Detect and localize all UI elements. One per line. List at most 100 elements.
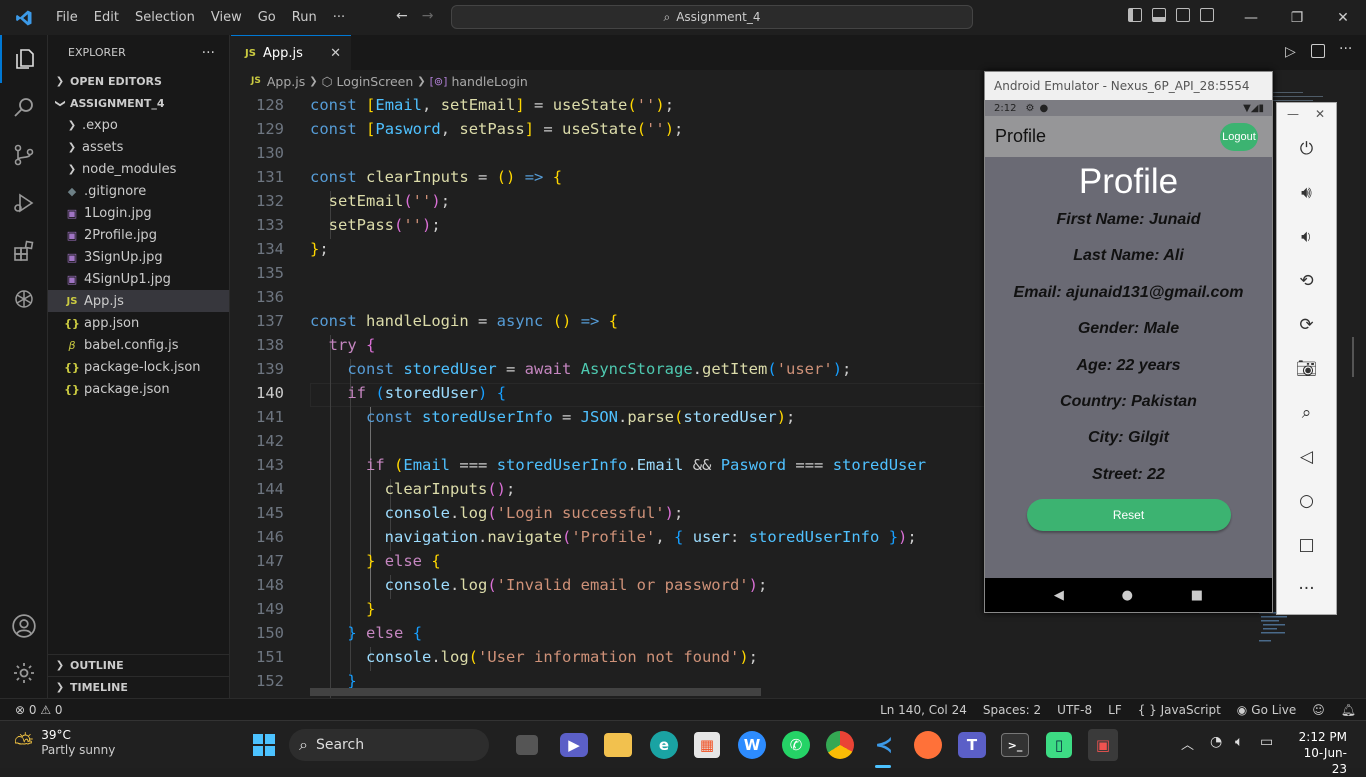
tree-item[interactable]: ❯ node_modules <box>48 158 229 180</box>
teams-icon[interactable]: T <box>958 732 986 758</box>
explorer-icon[interactable] <box>0 35 48 83</box>
tree-item[interactable]: ▣ 4SignUp1.jpg <box>48 268 229 290</box>
menu-run[interactable]: Run <box>284 0 325 35</box>
logout-button[interactable]: Logout <box>1220 122 1258 151</box>
volume-down-icon[interactable]: 🔉︎ <box>1277 222 1336 252</box>
firefox-icon[interactable] <box>914 731 942 759</box>
battery-icon[interactable]: ▭ <box>1260 734 1273 750</box>
microsoft-store-icon[interactable]: ▦ <box>694 732 720 758</box>
clock[interactable]: 2:12 PM 10-Jun-23 <box>1291 729 1347 777</box>
run-debug-icon[interactable] <box>0 179 48 227</box>
toggle-panel-icon[interactable] <box>1152 8 1166 22</box>
close-window-button[interactable]: ✕ <box>1320 0 1366 35</box>
explorer-more-button[interactable]: ··· <box>202 45 215 61</box>
nav-arrows[interactable]: ←→ <box>396 8 447 24</box>
menu-view[interactable]: View <box>203 0 250 35</box>
tree-item[interactable]: {} package-lock.json <box>48 356 229 378</box>
toggle-sidebar-icon[interactable] <box>1128 8 1142 22</box>
run-icon[interactable]: ▷ <box>1285 44 1296 60</box>
menu-edit[interactable]: Edit <box>86 0 127 35</box>
back-icon[interactable]: ◁ <box>1277 442 1336 472</box>
notifications-bell-icon[interactable]: 🔔︎ <box>1341 703 1356 717</box>
reset-button[interactable]: Reset <box>1026 499 1231 532</box>
tree-item[interactable]: ▣ 2Profile.jpg <box>48 224 229 246</box>
power-icon[interactable]: ⏻ <box>1277 134 1336 164</box>
breadcrumb-file[interactable]: App.js <box>267 74 305 89</box>
tree-item-selected[interactable]: JS App.js <box>48 290 229 312</box>
tree-item[interactable]: ❯ assets <box>48 136 229 158</box>
menu-selection[interactable]: Selection <box>127 0 203 35</box>
whatsapp-icon[interactable]: ✆ <box>782 731 810 759</box>
breadcrumb-component[interactable]: LoginScreen <box>337 74 414 89</box>
rotate-right-icon[interactable]: ⟳ <box>1277 310 1336 340</box>
close-icon[interactable]: ✕ <box>1315 107 1325 121</box>
weather-widget[interactable]: ⛅︎ 39°C Partly sunny <box>14 728 115 758</box>
menu-file[interactable]: File <box>48 0 86 35</box>
close-icon[interactable]: ✕ <box>330 46 341 61</box>
camera-icon[interactable]: 📷︎ <box>1277 354 1336 384</box>
home-circle-icon[interactable]: ● <box>1122 588 1133 603</box>
edge-browser-icon[interactable]: e <box>650 731 678 759</box>
timeline-section[interactable]: ❯ TIMELINE <box>48 676 229 698</box>
emulator-app-icon[interactable]: ▣ <box>1088 729 1118 761</box>
chevron-up-icon[interactable]: ︿ <box>1181 734 1194 753</box>
back-arrow-icon[interactable]: ← <box>396 8 422 24</box>
source-control-icon[interactable] <box>0 131 48 179</box>
search-icon[interactable] <box>0 83 48 131</box>
menu-go[interactable]: Go <box>250 0 284 35</box>
phone-screen[interactable]: 2:12 ⚙ ● ▼◢▮ Profile Logout Profile Firs… <box>985 100 1272 612</box>
tree-item[interactable]: {} app.json <box>48 312 229 334</box>
tree-item[interactable]: ▣ 1Login.jpg <box>48 202 229 224</box>
more-actions-icon[interactable]: ··· <box>1339 41 1352 57</box>
restore-button[interactable]: ❐ <box>1274 0 1320 35</box>
teams-chat-icon[interactable]: ▶ <box>560 733 588 757</box>
encoding[interactable]: UTF-8 <box>1057 703 1092 717</box>
recents-square-icon[interactable]: ■ <box>1191 588 1203 603</box>
start-windows-icon[interactable] <box>248 729 280 761</box>
toggle-secondary-sidebar-icon[interactable] <box>1176 8 1190 22</box>
problems-indicator[interactable]: ⊗ 0 ⚠ 0 <box>15 703 63 717</box>
tree-item[interactable]: β babel.config.js <box>48 334 229 356</box>
chrome-icon[interactable] <box>826 731 854 759</box>
zoom-app-icon[interactable]: W <box>738 731 766 759</box>
open-editors-section[interactable]: ❯ OPEN EDITORS <box>48 70 229 92</box>
minimize-icon[interactable]: — <box>1287 107 1299 121</box>
language-mode[interactable]: { } JavaScript <box>1138 703 1221 717</box>
rotate-left-icon[interactable]: ⟲ <box>1277 266 1336 296</box>
wifi-icon[interactable]: ◔ <box>1210 734 1222 750</box>
tree-item[interactable]: ◆ .gitignore <box>48 180 229 202</box>
tree-item[interactable]: {} package.json <box>48 378 229 400</box>
minimize-button[interactable]: — <box>1228 0 1274 35</box>
indentation[interactable]: Spaces: 2 <box>983 703 1041 717</box>
split-editor-icon[interactable] <box>1311 44 1325 58</box>
forward-arrow-icon[interactable]: → <box>422 8 448 24</box>
extensions-icon[interactable] <box>0 227 48 275</box>
openai-icon[interactable] <box>0 275 48 323</box>
project-folder[interactable]: ❯ ASSIGNMENT_4 <box>48 92 229 114</box>
more-icon[interactable]: ··· <box>1277 574 1336 604</box>
customize-layout-icon[interactable] <box>1200 8 1214 22</box>
volume-icon[interactable]: 🔈︎ <box>1235 734 1243 750</box>
task-view-icon[interactable] <box>516 735 538 755</box>
settings-gear-icon[interactable] <box>0 649 48 697</box>
overview-icon[interactable]: □ <box>1277 530 1336 560</box>
command-center[interactable]: ⌕ Assignment_4 <box>451 5 973 29</box>
horizontal-scrollbar[interactable] <box>310 688 761 696</box>
terminal-icon[interactable]: >_ <box>1001 733 1029 757</box>
android-studio-icon[interactable]: ▯ <box>1046 732 1072 758</box>
breadcrumb-function[interactable]: handleLogin <box>451 74 527 89</box>
back-triangle-icon[interactable]: ◀ <box>1054 588 1064 603</box>
volume-up-icon[interactable]: 🔊︎ <box>1277 178 1336 208</box>
file-explorer-icon[interactable] <box>604 733 632 757</box>
code-editor[interactable]: 128 129 130 131 132 133 134 135 136 137 … <box>231 92 985 698</box>
zoom-icon[interactable]: ⌕ <box>1277 398 1336 428</box>
cursor-position[interactable]: Ln 140, Col 24 <box>880 703 967 717</box>
vscode-taskbar-icon[interactable]: ≺ <box>868 729 900 761</box>
account-icon[interactable] <box>0 602 48 650</box>
go-live-button[interactable]: Go Live <box>1251 703 1296 717</box>
menu-more[interactable]: ··· <box>325 0 353 35</box>
outline-section[interactable]: ❯ OUTLINE <box>48 654 229 676</box>
tree-item[interactable]: ❯ .expo <box>48 114 229 136</box>
tab-app-js[interactable]: JS App.js ✕ <box>231 35 351 70</box>
end-of-line[interactable]: LF <box>1108 703 1122 717</box>
